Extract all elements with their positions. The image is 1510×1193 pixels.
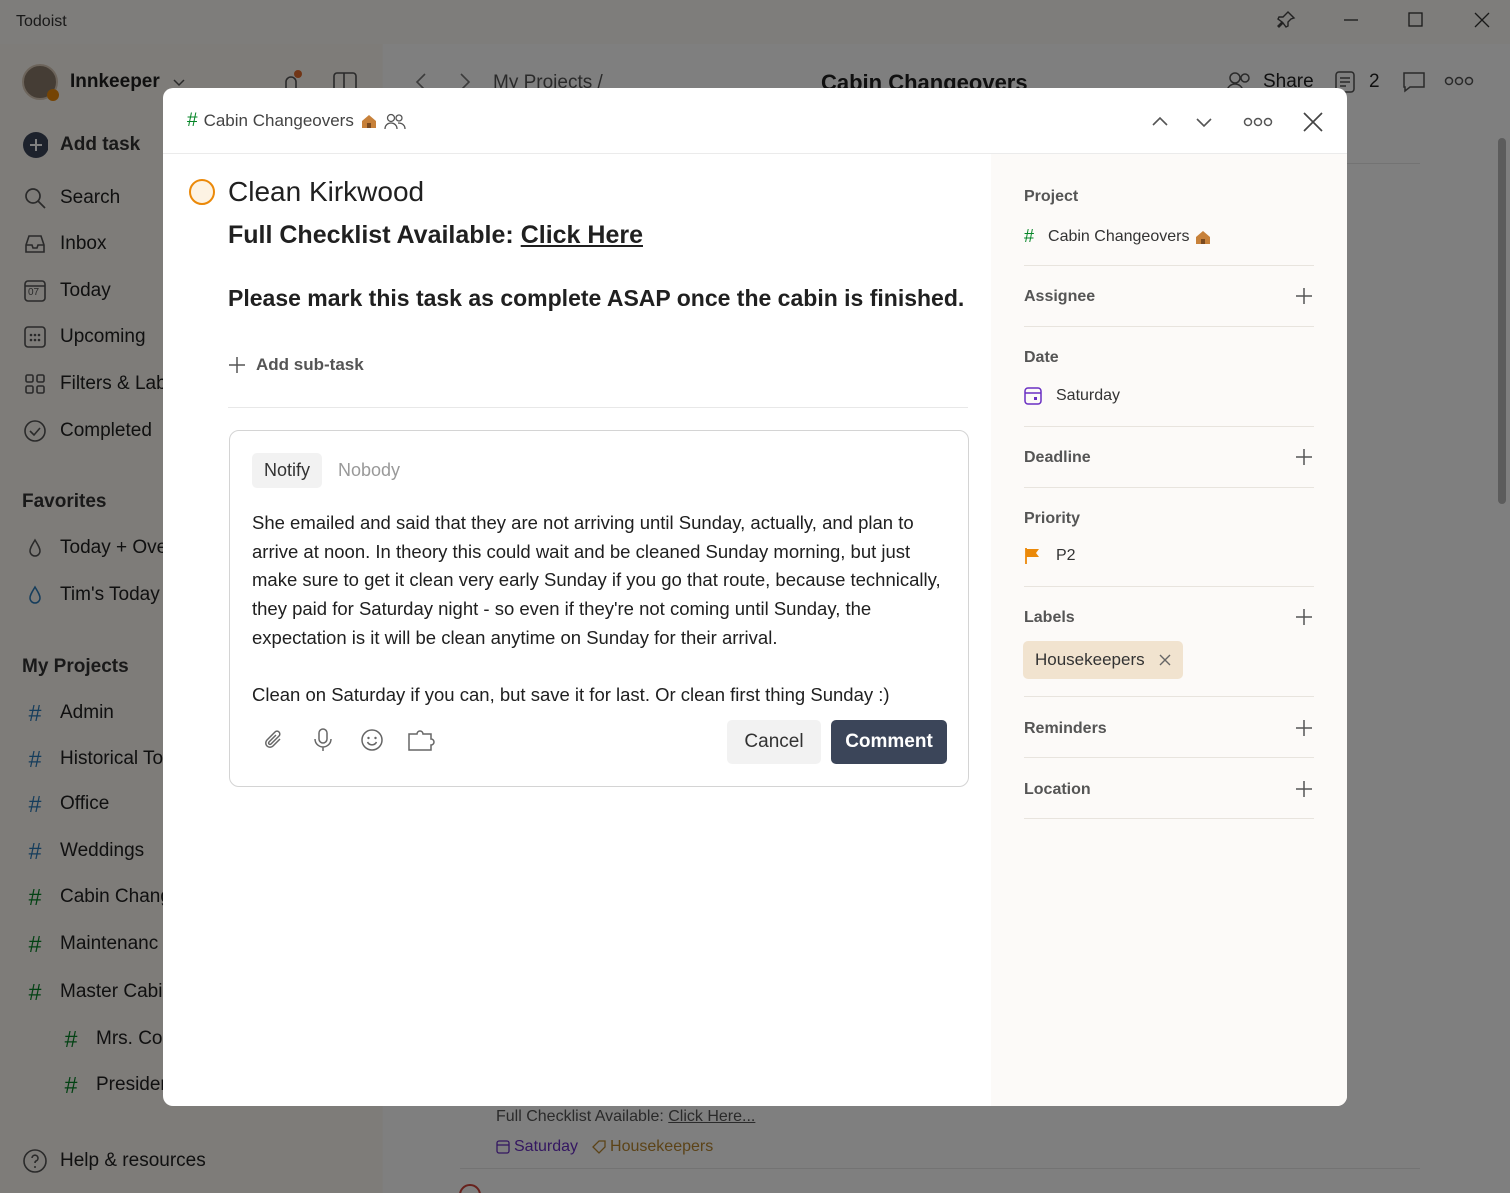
breadcrumb-project-name: Cabin Changeovers [203,111,354,130]
add-location-icon[interactable] [1291,776,1317,802]
integration-puzzle-icon[interactable] [406,724,438,756]
calendar-icon [1024,387,1042,405]
project-field-value[interactable]: # Cabin Changeovers [1024,226,1211,247]
notify-recipients[interactable]: Nobody [338,460,400,481]
comment-editor: Notify Nobody She emailed and said that … [229,430,969,787]
task-pane: Clean Kirkwood Full Checklist Available:… [163,154,991,1106]
comment-input[interactable]: She emailed and said that they are not a… [252,509,952,710]
description-text: Full Checklist Available: [228,221,521,249]
date-field-label: Date [1024,349,1059,366]
task-detail-modal: # Cabin Changeovers Clean Kirkwood Full … [163,88,1347,1106]
priority-field-value[interactable]: P2 [1024,547,1076,565]
previous-task-icon[interactable] [1142,104,1178,140]
modal-header: # Cabin Changeovers [163,88,1347,154]
cancel-button[interactable]: Cancel [727,720,821,764]
more-options-icon[interactable] [1240,104,1276,140]
emoji-icon[interactable] [356,724,388,756]
date-field-value[interactable]: Saturday [1024,387,1120,405]
deadline-field-label: Deadline [1024,449,1091,466]
divider [228,407,968,408]
house-icon [1196,230,1211,244]
task-details-sidebar: Project # Cabin Changeovers Assignee Dat… [991,154,1347,1106]
microphone-icon[interactable] [307,724,339,756]
add-subtask-label: Add sub-task [256,355,364,374]
add-subtask-button[interactable]: Add sub-task [228,355,364,375]
priority-value: P2 [1056,547,1076,564]
divider [1024,426,1314,427]
divider [1024,326,1314,327]
task-description-line1[interactable]: Full Checklist Available: Click Here [228,221,643,250]
close-modal-icon[interactable] [1295,104,1331,140]
task-complete-checkbox[interactable] [189,179,215,205]
checklist-link[interactable]: Click Here [521,221,643,249]
comment-submit-button[interactable]: Comment [831,720,947,764]
add-assignee-icon[interactable] [1291,283,1317,309]
project-field-label: Project [1024,188,1079,205]
attachment-icon[interactable] [258,724,290,756]
plus-icon [229,357,245,373]
label-chip-text: Housekeepers [1035,650,1145,669]
next-task-icon[interactable] [1186,104,1222,140]
divider [1024,586,1314,587]
label-chip[interactable]: Housekeepers [1023,641,1183,679]
project-breadcrumb[interactable]: # Cabin Changeovers [187,110,406,132]
divider [1024,757,1314,758]
task-title[interactable]: Clean Kirkwood [228,176,424,208]
divider [1024,818,1314,819]
remove-label-icon[interactable] [1159,654,1171,666]
labels-field-label: Labels [1024,609,1075,626]
add-label-icon[interactable] [1291,604,1317,630]
divider [1024,487,1314,488]
task-description-line2[interactable]: Please mark this task as complete ASAP o… [228,285,964,312]
hash-icon: # [187,110,198,131]
divider [1024,696,1314,697]
hash-icon: # [1024,226,1035,246]
divider [1024,265,1314,266]
assignee-field-label: Assignee [1024,288,1096,305]
project-name: Cabin Changeovers [1048,227,1190,245]
priority-field-label: Priority [1024,510,1081,527]
reminders-field-label: Reminders [1024,720,1107,737]
date-value: Saturday [1056,387,1121,404]
location-field-label: Location [1024,781,1091,798]
shared-people-icon [384,113,406,130]
house-icon [361,115,376,128]
add-reminder-icon[interactable] [1291,715,1317,741]
notify-button[interactable]: Notify [252,453,323,488]
add-deadline-icon[interactable] [1291,444,1317,470]
flag-icon [1025,548,1039,564]
